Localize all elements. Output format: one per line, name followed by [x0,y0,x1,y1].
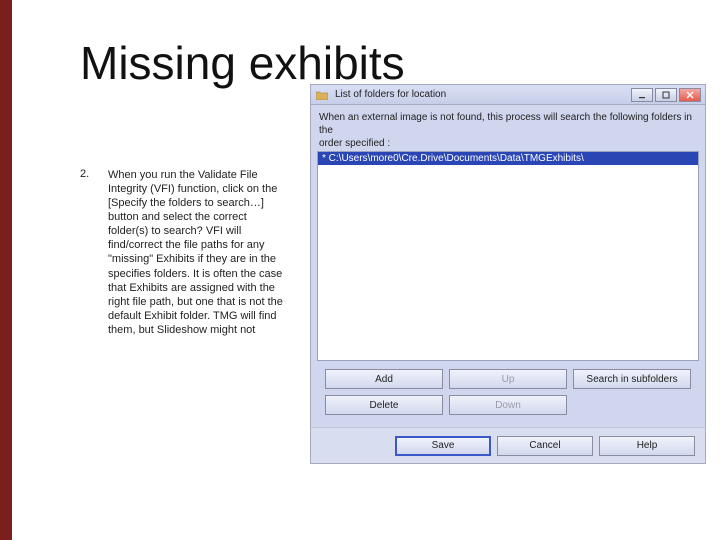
up-button[interactable]: Up [449,369,567,389]
cancel-button[interactable]: Cancel [497,436,593,456]
button-row-1: Add Up Search in subfolders [317,369,699,389]
add-button[interactable]: Add [325,369,443,389]
delete-button[interactable]: Delete [325,395,443,415]
slide: Missing exhibits 2. When you run the Val… [0,0,720,540]
slide-title: Missing exhibits [80,40,405,87]
folder-icon [315,88,329,102]
explain-line-2: order specified : [319,137,697,150]
minimize-button[interactable] [631,88,653,102]
maximize-button[interactable] [655,88,677,102]
numbered-list-item: 2. When you run the Validate File Integr… [80,168,290,337]
folder-listbox[interactable]: * C:\Users\more0\Cre.Drive\Documents\Dat… [317,151,699,361]
search-subfolders-button[interactable]: Search in subfolders [573,369,691,389]
close-button[interactable] [679,88,701,102]
list-number: 2. [80,168,94,337]
list-body: When you run the Validate File Integrity… [108,168,290,337]
dialog-footer: Save Cancel Help [311,427,705,463]
save-button[interactable]: Save [395,436,491,456]
button-row-2: Delete Down [317,395,699,415]
dialog-body: When an external image is not found, thi… [317,111,699,457]
window-controls [631,88,701,102]
explain-line-1: When an external image is not found, thi… [319,111,697,137]
dialog-explanation: When an external image is not found, thi… [317,111,699,150]
accent-bar [0,0,12,540]
dialog-title: List of folders for location [335,89,631,100]
dialog-window: List of folders for location When an ext… [310,84,706,464]
help-button[interactable]: Help [599,436,695,456]
folder-list-item-selected[interactable]: * C:\Users\more0\Cre.Drive\Documents\Dat… [318,152,698,165]
dialog-titlebar: List of folders for location [311,85,705,105]
down-button[interactable]: Down [449,395,567,415]
